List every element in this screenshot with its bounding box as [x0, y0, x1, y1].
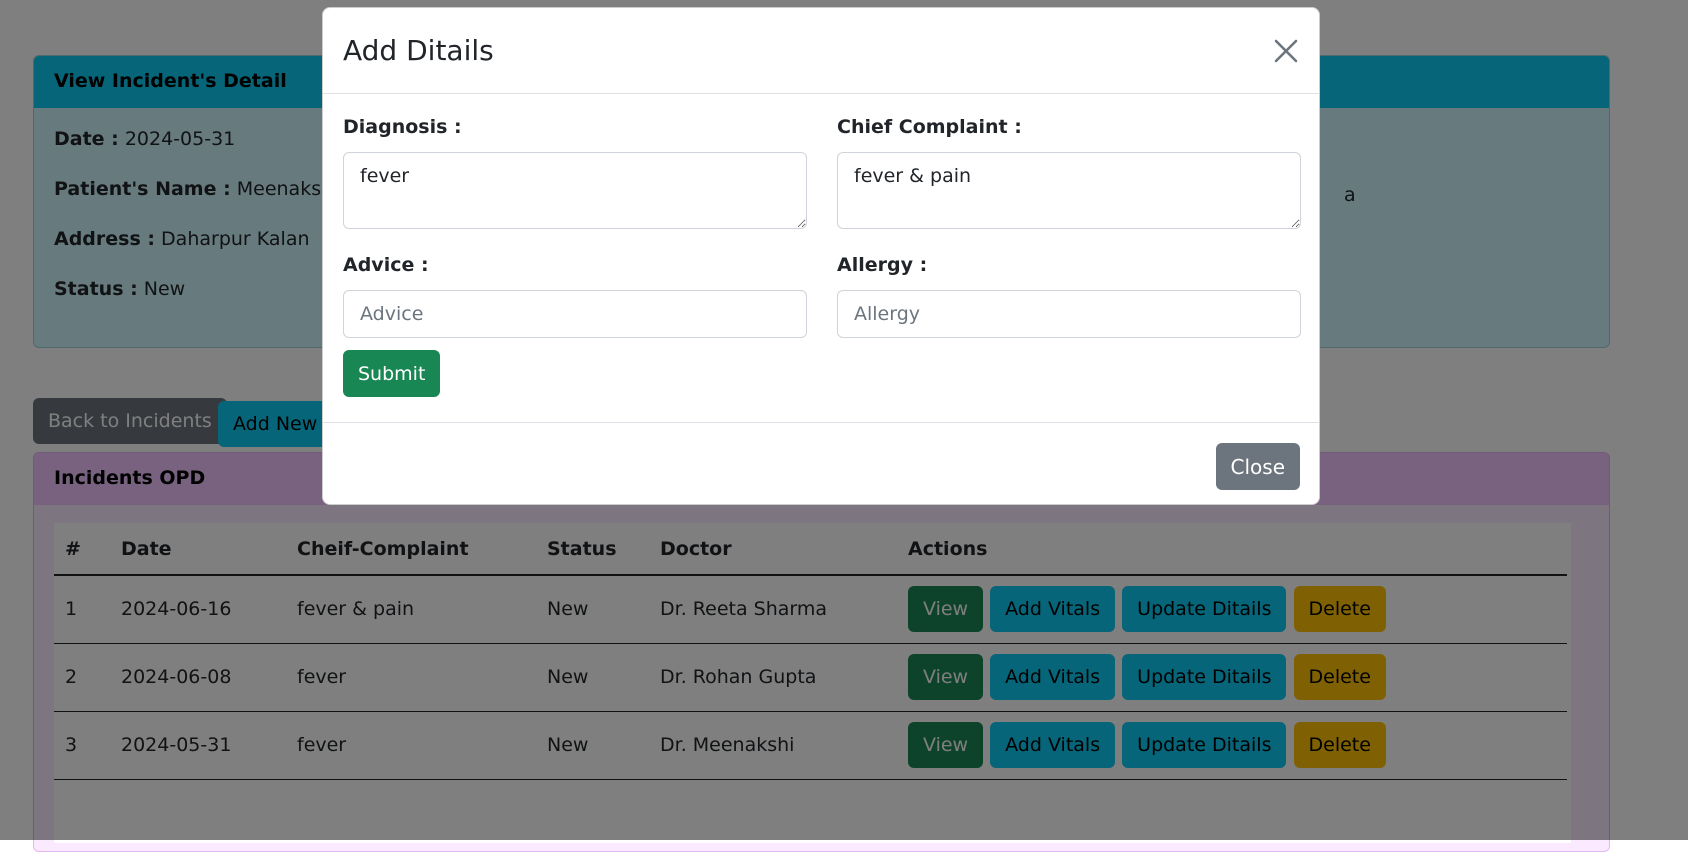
- allergy-label: Allergy :: [837, 254, 928, 276]
- advice-input[interactable]: [343, 290, 807, 338]
- allergy-input[interactable]: [837, 290, 1301, 338]
- diagnosis-label: Diagnosis :: [343, 116, 462, 138]
- chief-complaint-textarea[interactable]: fever & pain: [837, 152, 1301, 229]
- submit-button[interactable]: Submit: [343, 350, 441, 397]
- advice-label: Advice :: [343, 254, 429, 276]
- add-details-modal: Add Ditails Diagnosis : fever Chief Comp…: [322, 7, 1320, 505]
- modal-body: Diagnosis : fever Chief Complaint : feve…: [323, 94, 1319, 423]
- close-x-svg: [1274, 39, 1298, 63]
- modal-title: Add Ditails: [343, 34, 494, 67]
- chief-complaint-label: Chief Complaint :: [837, 116, 1022, 138]
- modal-header: Add Ditails: [323, 8, 1319, 94]
- close-button[interactable]: Close: [1215, 443, 1300, 490]
- modal-footer: Close: [323, 423, 1319, 505]
- close-icon[interactable]: [1271, 36, 1301, 66]
- diagnosis-textarea[interactable]: fever: [343, 152, 807, 229]
